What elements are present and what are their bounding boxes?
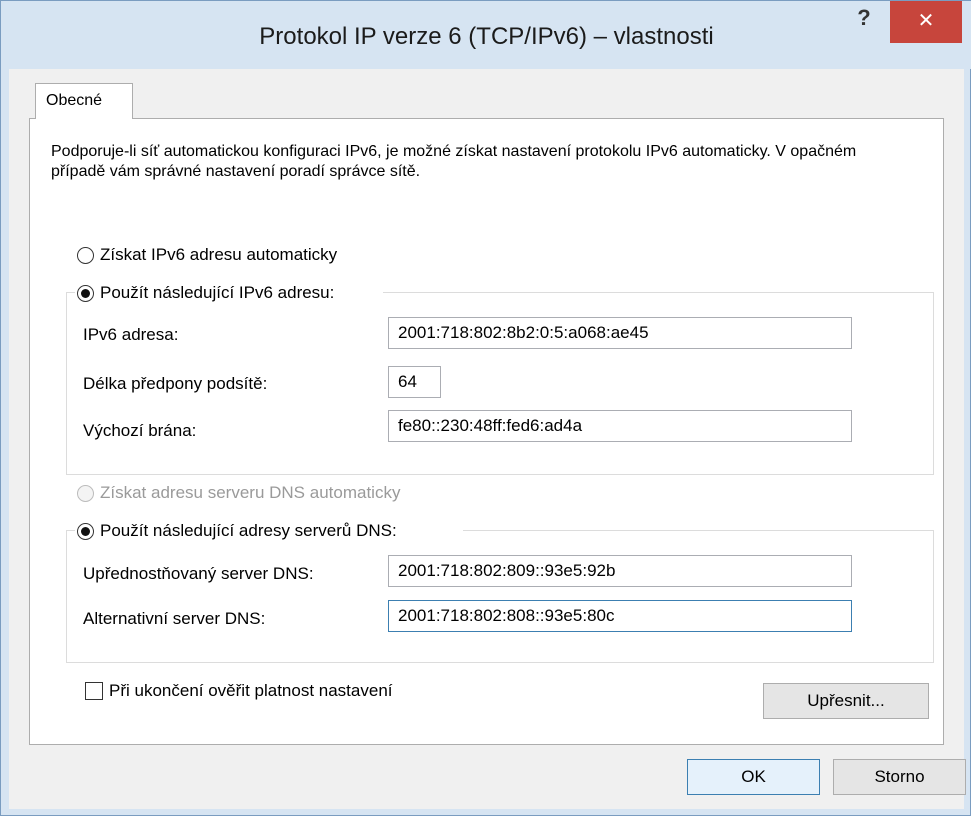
alternate-dns-label: Alternativní server DNS: xyxy=(83,609,266,628)
preferred-dns-input[interactable]: 2001:718:802:809::93e5:92b xyxy=(388,555,852,587)
dialog-window: Protokol IP verze 6 (TCP/IPv6) – vlastno… xyxy=(0,0,971,816)
prefix-length-input[interactable]: 64 xyxy=(388,366,441,398)
title-bar[interactable]: Protokol IP verze 6 (TCP/IPv6) – vlastno… xyxy=(1,1,971,69)
ok-button[interactable]: OK xyxy=(687,759,820,795)
validate-settings-row[interactable]: Při ukončení ověřit platnost nastavení xyxy=(85,681,393,701)
alternate-dns-input[interactable]: 2001:718:802:808::93e5:80c xyxy=(388,600,852,632)
radio-dns-auto xyxy=(77,484,94,502)
radio-dns-auto-row: Získat adresu serveru DNS automaticky xyxy=(77,483,400,503)
close-button[interactable]: ✕ xyxy=(890,1,962,43)
ipv6-address-label: IPv6 adresa: xyxy=(83,325,179,344)
radio-ip-manual-label[interactable]: Použít následující IPv6 adresu: xyxy=(100,283,334,303)
advanced-button[interactable]: Upřesnit... xyxy=(763,683,929,719)
radio-dns-manual[interactable] xyxy=(77,522,94,540)
radio-ip-manual-row[interactable]: Použít následující IPv6 adresu: xyxy=(77,283,334,303)
tab-general[interactable]: Obecné xyxy=(35,83,133,119)
default-gateway-input[interactable]: fe80::230:48ff:fed6:ad4a xyxy=(388,410,852,442)
radio-dns-manual-label[interactable]: Použít následující adresy serverů DNS: xyxy=(100,521,397,541)
intro-text: Podporuje-li síť automatickou konfigurac… xyxy=(51,143,857,180)
default-gateway-label: Výchozí brána: xyxy=(83,421,197,440)
help-button[interactable]: ? xyxy=(846,3,882,37)
radio-ip-auto-row[interactable]: Získat IPv6 adresu automaticky xyxy=(77,245,337,265)
validate-settings-label[interactable]: Při ukončení ověřit platnost nastavení xyxy=(109,681,393,701)
window-title: Protokol IP verze 6 (TCP/IPv6) – vlastno… xyxy=(259,23,714,50)
dialog-client-area: Obecné Podporuje-li síť automatickou kon… xyxy=(9,69,966,809)
radio-dns-manual-row[interactable]: Použít následující adresy serverů DNS: xyxy=(77,521,397,541)
validate-settings-checkbox[interactable] xyxy=(85,682,103,700)
radio-ip-manual[interactable] xyxy=(77,284,94,302)
prefix-length-label: Délka předpony podsítě: xyxy=(83,374,268,393)
radio-ip-auto[interactable] xyxy=(77,246,94,264)
preferred-dns-label: Upřednostňovaný server DNS: xyxy=(83,564,314,583)
dns-group-box xyxy=(66,530,934,663)
ipv6-address-input[interactable]: 2001:718:802:8b2:0:5:a068:ae45 xyxy=(388,317,852,349)
radio-ip-auto-label[interactable]: Získat IPv6 adresu automaticky xyxy=(100,245,337,265)
radio-dns-auto-label: Získat adresu serveru DNS automaticky xyxy=(100,483,401,502)
cancel-button[interactable]: Storno xyxy=(833,759,966,795)
